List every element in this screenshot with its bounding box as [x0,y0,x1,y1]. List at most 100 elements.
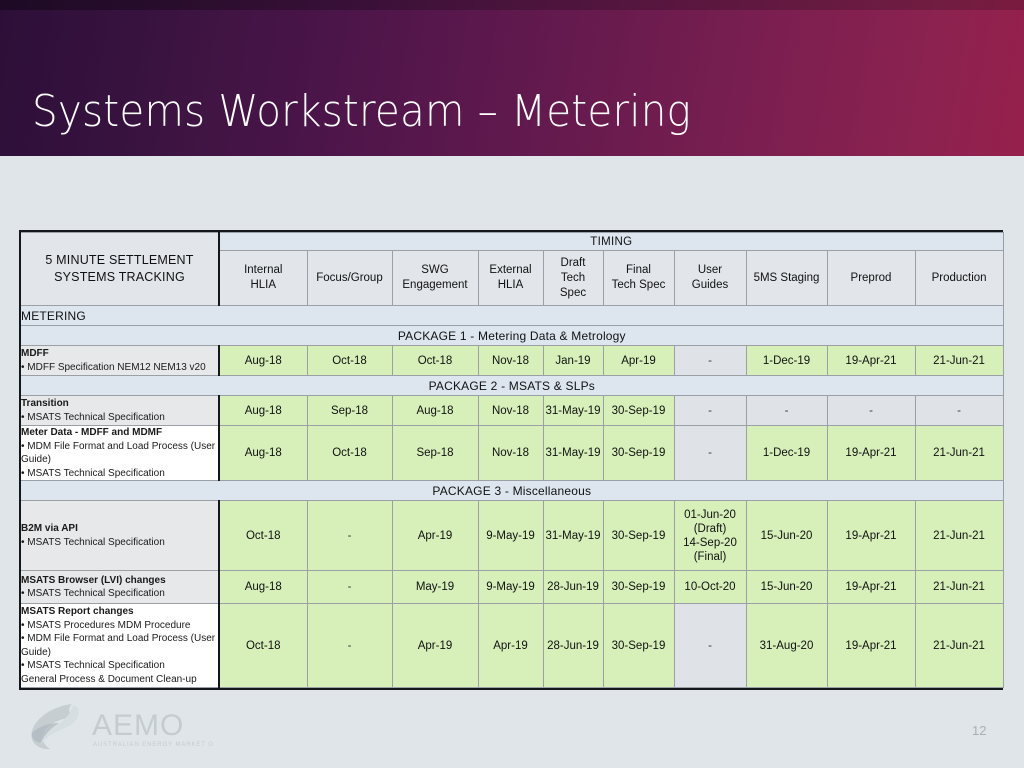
table-cell-user-guides: 10-Oct-20 [673,570,747,604]
column-header-line: Final [626,264,651,276]
tracking-grid: 5 MINUTE SETTLEMENT SYSTEMS TRACKING TIM… [21,232,1004,688]
column-header-line: 5MS Staging [753,271,820,284]
column-header-line: User [697,264,723,276]
table-cell-5ms-staging: 31-Aug-20 [745,603,828,688]
table-cell-internal-hlia: Aug-18 [218,345,308,376]
cell-line: 14-Sep-20 [683,536,737,549]
table-cell-focus-group: - [306,500,393,571]
row-label-bullet: • MSATS Technical Specification [21,588,165,599]
column-header-line: External [489,264,532,276]
table-row: B2M via API • MSATS Technical Specificati… [21,500,1004,571]
slide: Systems Workstream – Metering 5 MINUTE S… [0,0,1024,768]
column-header-external-hlia: External HLIA [477,250,544,306]
section-package-1-label: PACKAGE 1 - Metering Data & Metrology [21,325,1004,346]
table-cell-final-tech-spec: 30-Sep-19 [602,395,675,426]
row-label-title: Transition [21,398,69,409]
table-cell-final-tech-spec: Apr-19 [602,345,675,376]
table-cell-5ms-staging: 15-Jun-20 [745,500,828,571]
row-label-bullet: • MSATS Technical Specification [21,467,165,479]
section-metering-label: METERING [21,305,1004,326]
table-cell-external-hlia: Nov-18 [477,395,544,426]
table-cell-focus-group: Sep-18 [306,395,393,426]
header-row-timing: 5 MINUTE SETTLEMENT SYSTEMS TRACKING TIM… [21,232,1004,306]
table-cell-5ms-staging: 15-Jun-20 [745,570,828,604]
row-label-bullet: • MSATS Technical Specification [21,536,165,548]
table-cell-focus-group: - [306,570,393,604]
table-cell-swg-engagement: Apr-19 [391,500,479,571]
section-metering: METERING [21,305,1004,326]
banner-top-strip [0,0,1024,10]
timing-header: TIMING [218,232,1004,251]
column-header-line: Engagement [402,279,468,291]
column-header-preprod: Preprod [826,250,916,306]
row-label: B2M via API • MSATS Technical Specificati… [21,500,220,571]
logo-mark-icon [31,704,79,750]
table-cell-swg-engagement: Apr-19 [391,603,479,688]
row-label: MDFF • MDFF Specification NEM12 NEM13 v20 [21,345,220,376]
cell-line: (Final) [693,550,727,563]
table-cell-final-tech-spec: 30-Sep-19 [602,570,675,604]
row-label-bullet: • MSATS Technical Specification [21,660,165,671]
table-cell-production: 21-Jun-21 [914,603,1004,688]
table-cell-focus-group: Oct-18 [306,345,393,376]
column-header-line: Tech [560,271,586,284]
systems-tracking-table: 5 MINUTE SETTLEMENT SYSTEMS TRACKING TIM… [19,230,1004,690]
section-package-3-label: PACKAGE 3 - Miscellaneous [21,480,1004,501]
column-header-line: Guides [691,279,729,291]
column-header-line: SWG [421,264,449,276]
row-label-title: MDFF [21,348,49,359]
table-head: 5 MINUTE SETTLEMENT SYSTEMS TRACKING TIM… [21,232,1004,306]
table-row: MDFF • MDFF Specification NEM12 NEM13 v20… [21,345,1004,376]
column-header-line: Spec [559,286,587,299]
table-cell-external-hlia: Nov-18 [477,345,544,376]
table-cell-preprod: 19-Apr-21 [826,603,916,688]
corner-title-line2: SYSTEMS TRACKING [54,270,185,284]
column-header-line: Tech Spec [611,279,666,291]
row-label-title: MSATS Report changes [21,606,134,617]
table-row: MSATS Browser (LVI) changes • MSATS Techn… [21,570,1004,604]
column-header-focus-group: Focus/Group [306,250,393,306]
table-cell-production: 21-Jun-21 [914,345,1004,376]
row-label-title: MSATS Browser (LVI) changes [21,574,166,586]
table-cell-user-guides: - [673,603,747,688]
corner-title-line1: 5 MINUTE SETTLEMENT [45,253,194,267]
corner-title: 5 MINUTE SETTLEMENT SYSTEMS TRACKING [21,232,220,306]
table-cell-external-hlia: 9-May-19 [477,500,544,571]
table-cell-draft-tech-spec: 28-Jun-19 [542,603,604,688]
table-cell-user-guides: - [673,345,747,376]
column-header-line: Focus/Group [316,271,383,284]
table-cell-preprod: 19-Apr-21 [826,345,916,376]
table-cell-focus-group: Oct-18 [306,425,393,481]
table-cell-internal-hlia: Aug-18 [218,425,308,481]
column-header-line: Preprod [850,271,892,284]
table-body: METERING PACKAGE 1 - Metering Data & Metr… [21,305,1004,688]
row-label-bullet: • MDFF Specification NEM12 NEM13 v20 [21,361,206,373]
page-number: 12 [972,723,987,738]
table-cell-final-tech-spec: 30-Sep-19 [602,603,675,688]
table-cell-user-guides: - [673,425,747,481]
column-header-line: HLIA [250,279,277,291]
table-cell-internal-hlia: Oct-18 [218,603,308,688]
table-cell-production: 21-Jun-21 [914,425,1004,481]
column-header-line: Internal [244,264,283,276]
section-package-2-label: PACKAGE 2 - MSATS & SLPs [21,375,1004,396]
table-cell-preprod: 19-Apr-21 [826,500,916,571]
row-label-title: B2M via API [21,523,78,534]
column-header-final-tech-spec: Final Tech Spec [602,250,675,306]
row-label-bullet: • MSATS Procedures MDM Procedure [21,619,191,631]
row-label-bullet: • MSATS Technical Specification [21,411,165,423]
table-cell-draft-tech-spec: 28-Jun-19 [542,570,604,604]
logo-tagline: AUSTRALIAN ENERGY MARKET OPERATOR [93,742,214,748]
table-cell-internal-hlia: Aug-18 [218,570,308,604]
cell-line: (Draft) [693,522,727,535]
table-cell-5ms-staging: 1-Dec-19 [745,425,828,481]
table-cell-preprod: - [826,395,916,426]
table-cell-preprod: 19-Apr-21 [826,425,916,481]
row-label: MSATS Report changes • MSATS Procedures M… [21,603,220,688]
table-cell-focus-group: - [306,603,393,688]
table-cell-swg-engagement: May-19 [391,570,479,604]
row-label-bullet: General Process & Document Clean-up [21,673,197,685]
table-cell-external-hlia: 9-May-19 [477,570,544,604]
table-cell-external-hlia: Apr-19 [477,603,544,688]
row-label-bullet: • MDM File Format and Load Process (User… [21,633,216,658]
